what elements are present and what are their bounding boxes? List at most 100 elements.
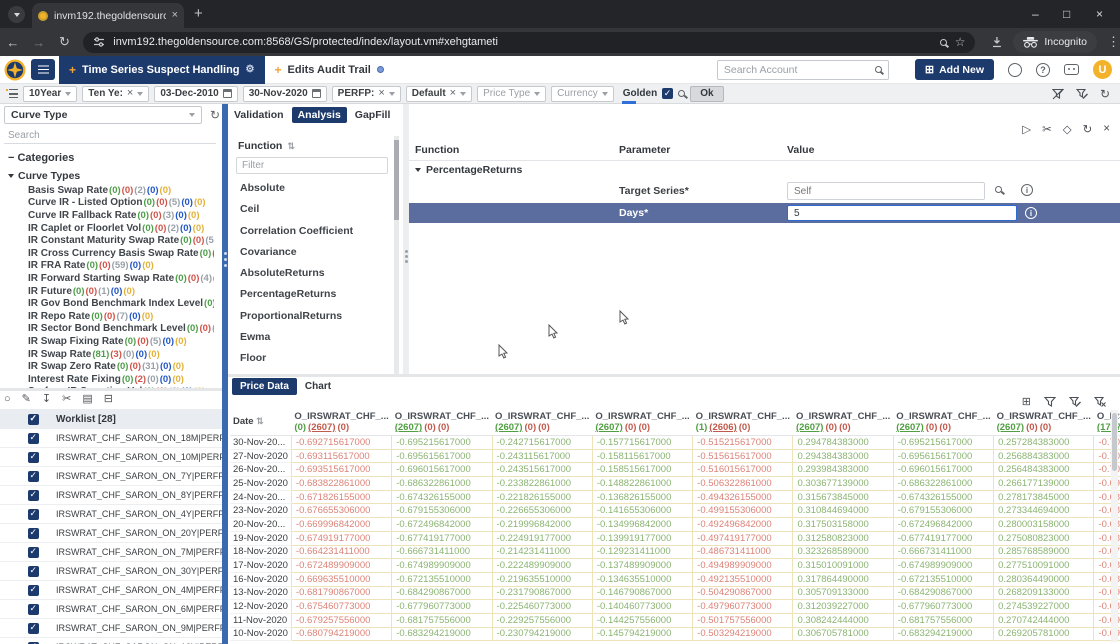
date-cell[interactable]: 25-Nov-2020 (230, 476, 292, 491)
price-cell[interactable]: -0.157715617000 (591, 435, 694, 450)
price-cell[interactable]: -0.683294219000 (892, 626, 995, 642)
price-cell[interactable]: -0.221826155000 (491, 489, 593, 505)
url-bar[interactable]: invm192.thegoldensource.com:8568/GS/prot… (83, 31, 976, 53)
price-cell[interactable]: 0.305709133000 (792, 585, 894, 601)
price-cell[interactable]: 0.315673845000 (792, 489, 894, 505)
price-cell[interactable]: 0.277510091000 (993, 558, 1095, 573)
price-cell[interactable]: -0.129231411000 (591, 544, 694, 560)
date-cell[interactable]: 20-Nov-20... (230, 517, 292, 532)
price-cell[interactable]: -0.146790867000 (591, 585, 694, 601)
price-cell[interactable]: -0.675460773000 (290, 599, 393, 614)
price-cell[interactable]: 0.268209133000 (993, 585, 1095, 601)
series-column-header[interactable]: O_IRSWRAT_CHF_... (2607) (0) (0) (993, 410, 1094, 436)
price-cell[interactable]: 0.317864490000 (792, 571, 894, 587)
count-link[interactable]: (2607) (595, 422, 622, 433)
price-cell[interactable]: -0.695615617000 (892, 448, 995, 464)
price-cell[interactable]: 0.266177139000 (993, 476, 1095, 491)
function-column-header[interactable]: Function ⇅ (238, 140, 295, 152)
window-maximize-button[interactable]: □ (1063, 7, 1070, 21)
worklist-item[interactable]: IRSWRAT_CHF_SARON_ON_20Y|PERFPRCPT01|... (0, 524, 222, 543)
price-cell[interactable]: -0.692715617000 (290, 435, 393, 450)
worklist-item[interactable]: IRSWRAT_CHF_SARON_ON_12Y|PERFPRCPT01|M..… (0, 638, 222, 644)
date-cell[interactable]: 19-Nov-2020 (230, 531, 292, 546)
function-item[interactable]: Floor (240, 352, 389, 373)
clear-icon[interactable]: × (127, 88, 133, 99)
date-cell[interactable]: 27-Nov-2020 (230, 449, 292, 464)
run-icon[interactable]: ▷ (1022, 122, 1031, 136)
download-icon[interactable] (991, 36, 1003, 48)
item-checkbox[interactable] (28, 508, 39, 520)
price-cell[interactable]: -0.137489909000 (591, 558, 694, 573)
price-cell[interactable]: 0.269205781000 (993, 626, 1095, 642)
price-source-select[interactable]: PERFP: × (331, 85, 401, 102)
price-cell[interactable]: 0.315010091000 (792, 558, 894, 573)
worklist-item[interactable]: IRSWRAT_CHF_SARON_ON_9M|PERFPRCPT01|MI..… (0, 619, 222, 638)
new-tab-button[interactable]: + (194, 5, 203, 22)
import-icon[interactable]: ↧ (42, 392, 51, 405)
price-cell[interactable]: -0.674326155000 (892, 489, 995, 505)
price-cell[interactable]: -0.134635510000 (591, 571, 694, 587)
price-cell[interactable]: 0.257284383000 (993, 435, 1095, 450)
price-cell[interactable]: 0.280003158000 (993, 517, 1095, 532)
date-cell[interactable]: 30-Nov-20... (230, 435, 292, 450)
curve-type-item[interactable]: Curve IR - Listed Option (0) (0) (5) (0) (0) (28, 197, 214, 210)
item-checkbox[interactable] (28, 603, 39, 615)
price-cell[interactable]: -0.243515617000 (491, 462, 593, 478)
item-checkbox[interactable] (28, 489, 39, 501)
price-cell[interactable]: 0.312039227000 (792, 599, 894, 614)
site-settings-icon[interactable] (93, 36, 105, 48)
search-icon[interactable] (874, 66, 882, 73)
date-cell[interactable]: 10-Nov-2020 (230, 627, 292, 642)
function-item[interactable]: ProportionalReturns (240, 310, 389, 331)
price-cell[interactable]: -0.683822861000 (290, 476, 393, 491)
edit-icon[interactable]: ✎ (22, 392, 31, 405)
price-cell[interactable]: -0.677960773000 (391, 599, 493, 614)
price-cell[interactable]: -0.695615617000 (391, 448, 493, 464)
price-cell[interactable]: -0.679155306000 (892, 503, 995, 519)
tab-price-data[interactable]: Price Data (232, 378, 297, 395)
curve-type-item[interactable]: IR Swap Zero Rate (0) (0) (31) (0) (0) (28, 360, 214, 373)
count-link[interactable]: (2607) (308, 422, 335, 433)
price-cell[interactable]: -0.243115617000 (491, 448, 593, 464)
curve-type-item[interactable]: IR Future (0) (0) (1) (0) (0) (28, 285, 214, 298)
series-column-header[interactable]: O_IRSWRAT_CHF_... (2607) (0) (0) (492, 410, 593, 436)
price-cell[interactable]: -0.492496842000 (692, 517, 794, 532)
filter-edit-icon[interactable] (1069, 396, 1081, 408)
series-column-header[interactable]: O_IRSWRAT_CHF_... (2607) (0) (0) (592, 410, 693, 436)
browser-menu-icon[interactable]: ⋮ (1107, 34, 1120, 50)
curve-type-item[interactable]: IR Constant Maturity Swap Rate(0)(0)(5)(… (28, 234, 214, 247)
count-link[interactable]: (2607) (495, 422, 522, 433)
worklist-item[interactable]: IRSWRAT_CHF_SARON_ON_7Y|PERFPRCPT01|MI..… (0, 467, 222, 486)
price-cell[interactable]: -0.219635510000 (491, 571, 593, 587)
zoom-search-icon[interactable] (678, 90, 686, 97)
price-cell[interactable]: -0.679257556000 (290, 612, 393, 628)
curve-type-select[interactable]: Curve Type (4, 106, 202, 124)
target-series-input[interactable] (787, 182, 985, 200)
date-cell[interactable]: 23-Nov-2020 (230, 503, 292, 519)
worklist-item[interactable]: IRSWRAT_CHF_SARON_ON_4Y|PERFPRCPT01|MI..… (0, 505, 222, 524)
filter-disabled-icon[interactable] (1051, 88, 1064, 100)
refresh-icon[interactable]: ↻ (210, 108, 220, 122)
series-column-header[interactable]: O_IRSWRAT_CHF_... (1) (2606) (0) (692, 410, 793, 436)
price-cell[interactable]: -0.695215617000 (391, 435, 493, 450)
end-date-picker[interactable]: 30-Nov-2020 (242, 85, 327, 102)
cut-icon[interactable]: ✂ (62, 392, 71, 405)
function-row[interactable]: PercentageReturns (415, 164, 522, 176)
price-type-select[interactable]: Price Type (477, 85, 547, 102)
ok-button[interactable]: Ok (690, 85, 724, 102)
price-cell[interactable]: -0.233822861000 (491, 476, 593, 491)
price-cell[interactable]: -0.144257556000 (591, 612, 694, 628)
series-column-header[interactable]: O_IRSWRAT_CHF_... (2607) (0) (0) (792, 410, 894, 436)
feedback-icon[interactable] (1008, 62, 1022, 77)
price-cell[interactable]: -0.677419177000 (892, 530, 995, 546)
lookup-icon[interactable] (995, 186, 1002, 193)
price-cell[interactable]: -0.696015617000 (892, 462, 995, 478)
function-item[interactable]: PercentageReturns (240, 288, 389, 309)
item-checkbox[interactable] (28, 622, 39, 634)
price-cell[interactable]: -0.693115617000 (290, 448, 393, 464)
scrollbar-thumb[interactable] (1112, 413, 1117, 471)
price-cell[interactable]: -0.693515617000 (290, 462, 393, 478)
close-icon[interactable]: × (1103, 123, 1110, 135)
worklist-header-row[interactable]: Worklist [28] (0, 409, 222, 429)
archive-icon[interactable]: ▤ (82, 392, 92, 405)
